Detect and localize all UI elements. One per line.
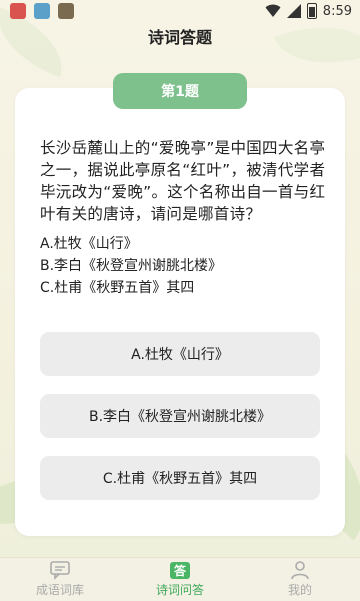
chat-icon [50, 561, 70, 580]
nav-item-idiom-library[interactable]: 成语词库 [0, 560, 120, 598]
answer-button-c[interactable]: C.杜甫《秋野五首》其四 [40, 456, 320, 500]
wifi-icon [265, 4, 281, 17]
battery-icon [306, 3, 317, 19]
options-list: A.杜牧《山行》 B.李白《秋登宣州谢朓北楼》 C.杜甫《秋野五首》其四 [40, 233, 330, 299]
question-number-badge: 第1题 [113, 73, 247, 109]
signal-icon [286, 4, 301, 18]
answer-button-b[interactable]: B.李白《秋登宣州谢朓北楼》 [40, 394, 320, 438]
nav-item-mine[interactable]: 我的 [240, 560, 360, 598]
option-text-c: C.杜甫《秋野五首》其四 [40, 280, 195, 296]
app-notification-icon [10, 3, 26, 19]
user-icon [291, 561, 309, 580]
answer-button-a[interactable]: A.杜牧《山行》 [40, 332, 320, 376]
question-text: 长沙岳麓山上的“爱晚亭”是中国四大名亭之一，据说此亭原名“红叶”，被清代学者毕沅… [40, 139, 326, 223]
nav-label: 成语词库 [35, 583, 84, 597]
page-title: 诗词答题 [147, 28, 212, 47]
option-text-a: A.杜牧《山行》 [40, 236, 138, 252]
app-notification-icon [58, 3, 74, 19]
nav-item-poetry-qa[interactable]: 答 诗词问答 [120, 560, 240, 598]
bottom-nav: 成语词库 答 诗词问答 我的 [0, 557, 360, 601]
status-bar: 8:59 [0, 0, 360, 24]
app-notification-icon [34, 3, 50, 19]
nav-label: 我的 [287, 583, 312, 597]
option-text-b: B.李白《秋登宣州谢朓北楼》 [40, 258, 223, 274]
status-time: 8:59 [322, 3, 352, 19]
answer-icon: 答 [170, 561, 190, 579]
nav-label: 诗词问答 [155, 583, 204, 597]
